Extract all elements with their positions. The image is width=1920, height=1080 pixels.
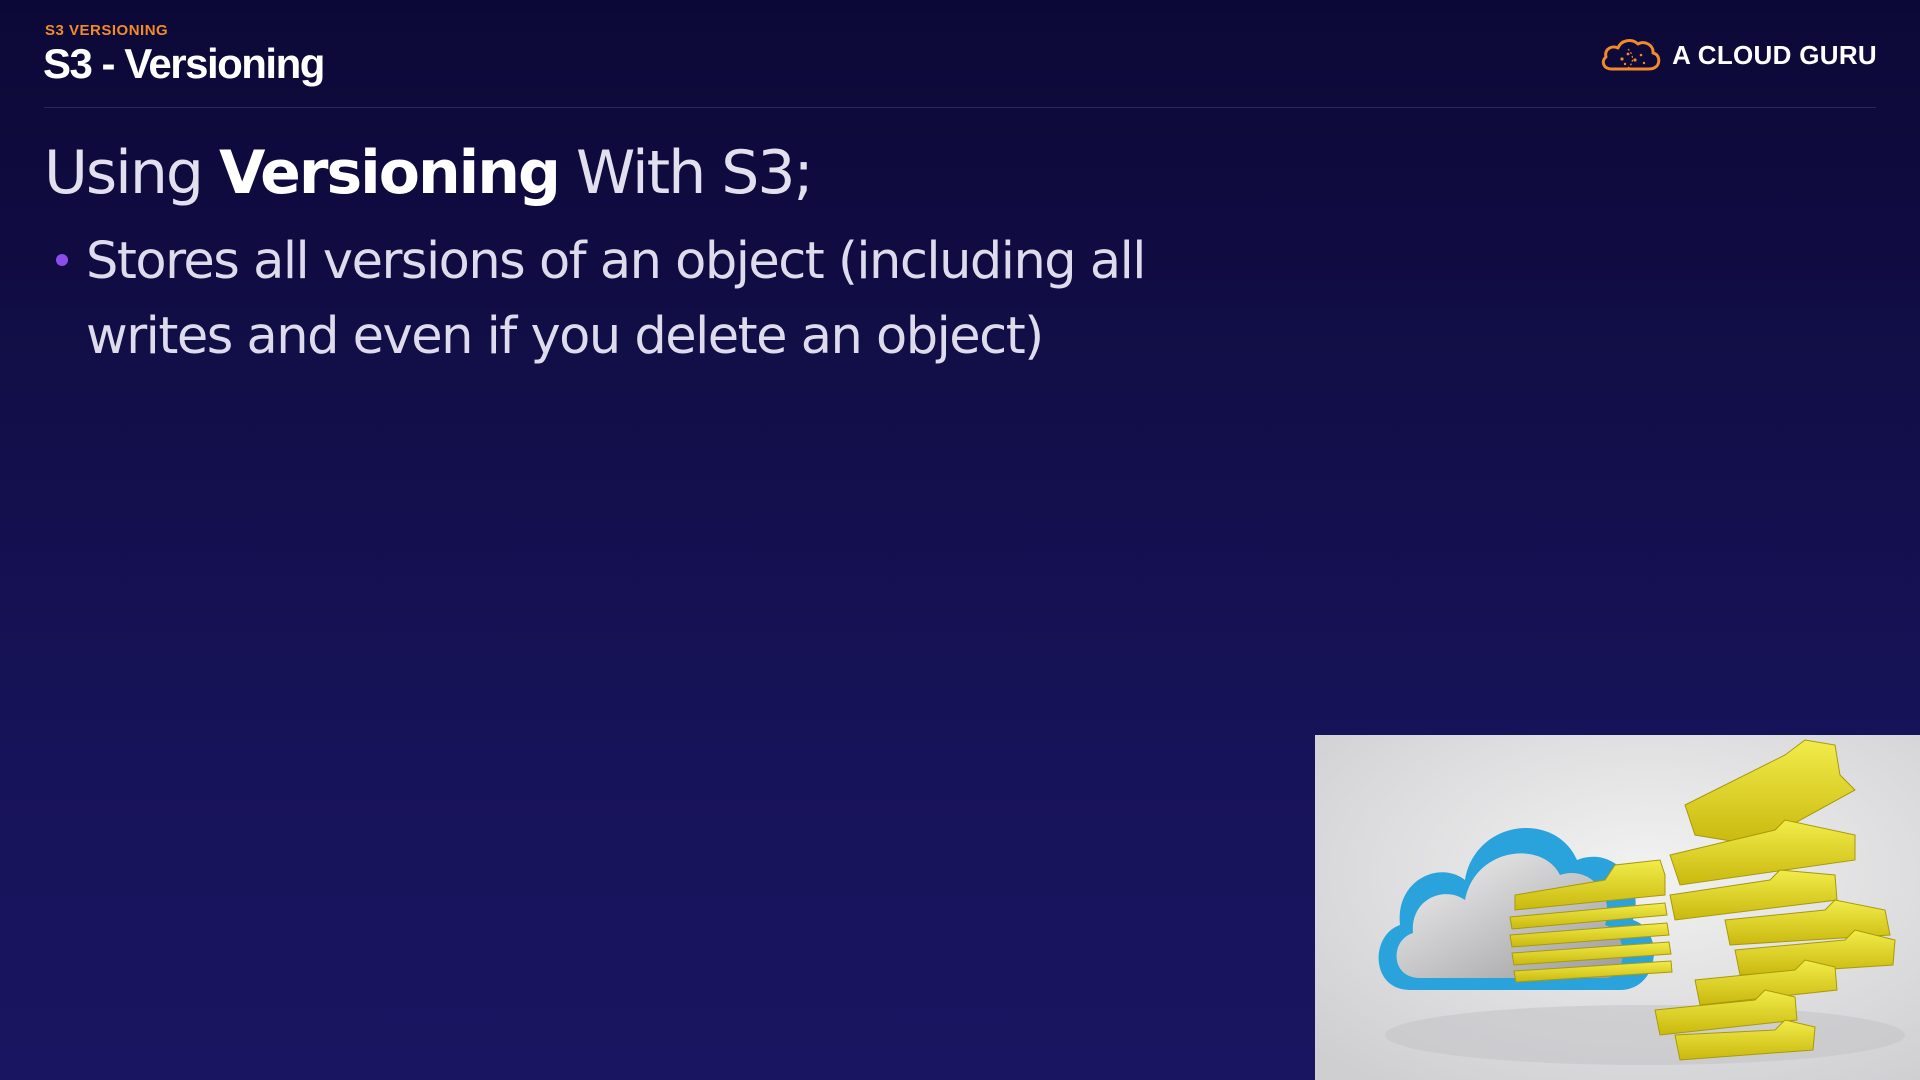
heading-bold: Versioning [219,138,561,208]
header-divider [44,107,1876,108]
brand-name: A CLOUD GURU [1672,39,1877,70]
cloud-logo-icon [1601,39,1661,71]
heading-prefix: Using [44,138,220,208]
cloud-folders-illustration [1315,735,1920,1080]
slide-title: S3 - Versioning [43,40,325,87]
content-heading: Using Versioning With S3; [44,138,814,208]
bullet-item: Stores all versions of an object (includ… [44,224,1284,374]
bullet-list: Stores all versions of an object (includ… [44,224,1284,374]
bullet-text: Stores all versions of an object (includ… [86,232,1146,366]
bullet-dot-icon [56,254,68,266]
section-eyebrow: S3 VERSIONING [45,22,169,39]
heading-suffix: With S3; [558,138,814,208]
brand: A CLOUD GURU [1598,35,1877,75]
